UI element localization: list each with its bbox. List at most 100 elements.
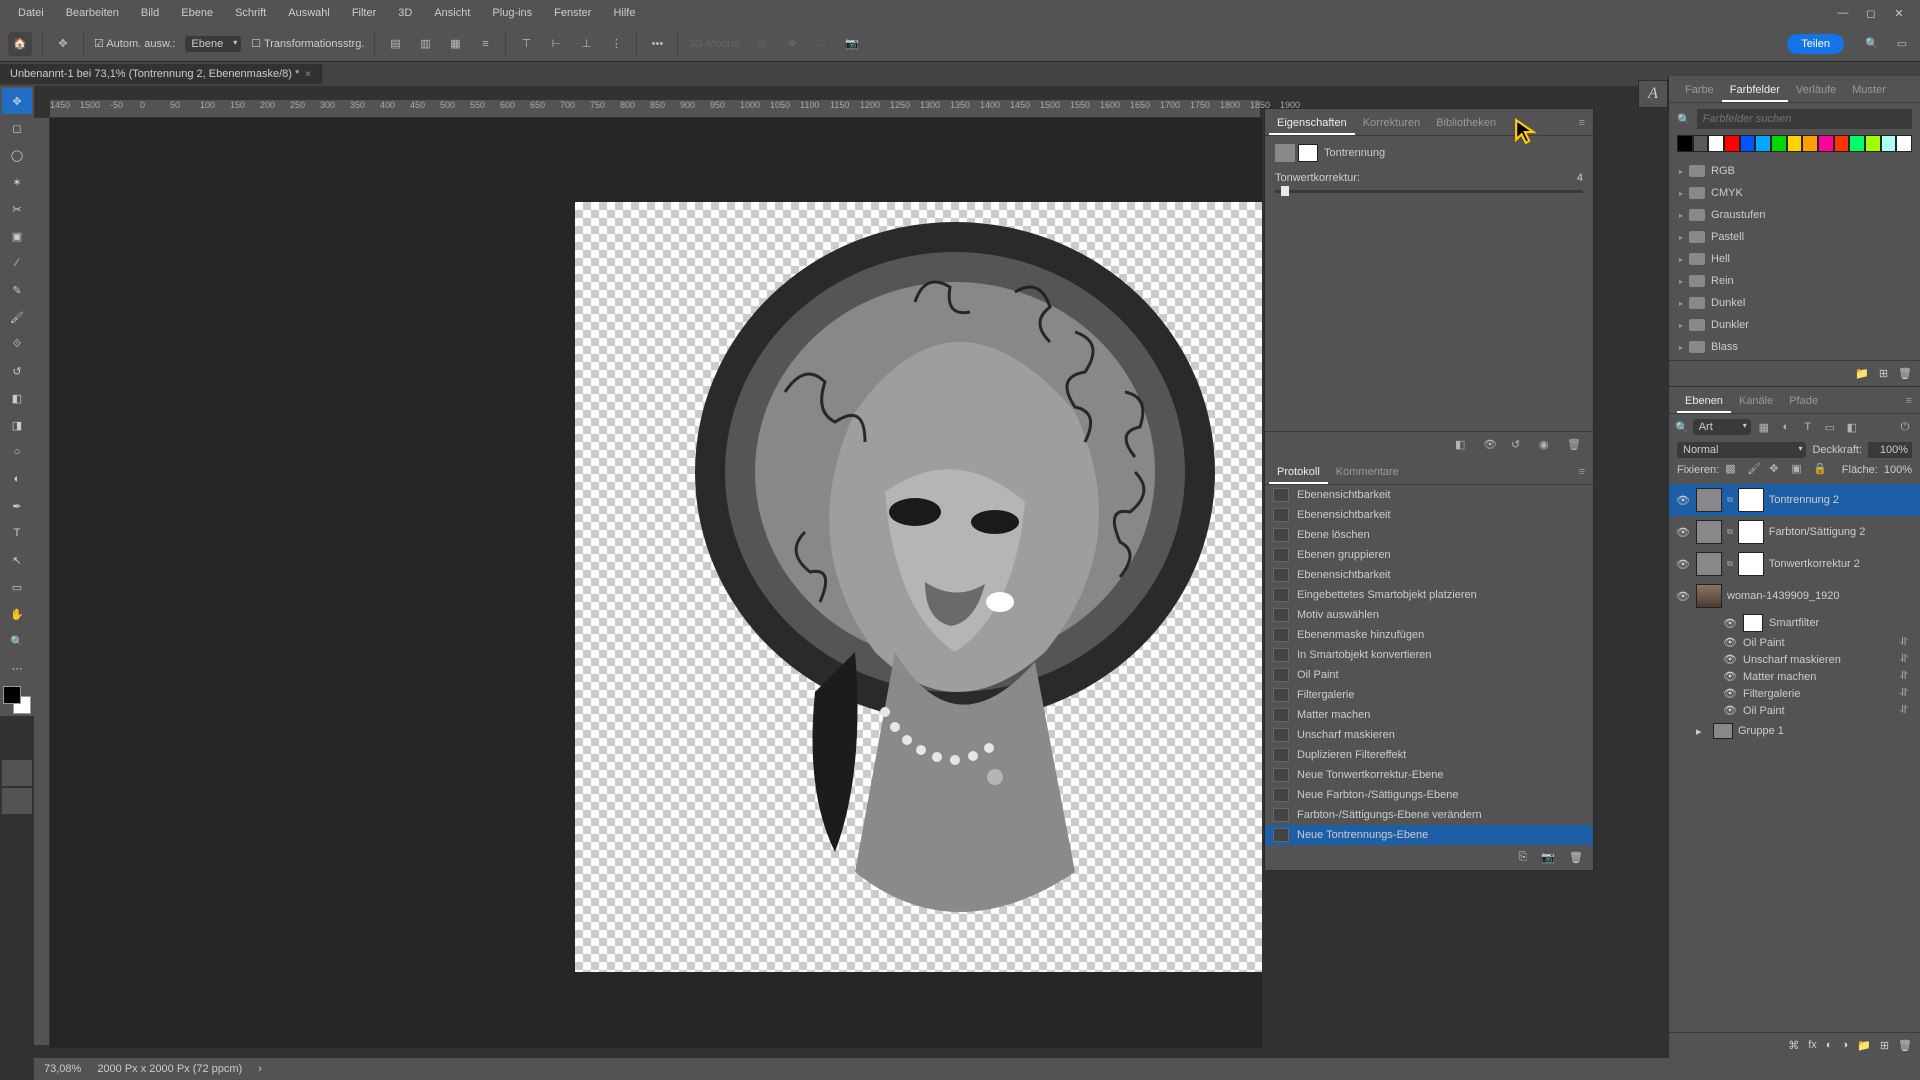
smart-filter-item[interactable]: 👁Oil Paint⥯ [1669,702,1920,719]
align-center-h-icon[interactable]: ▥ [415,34,435,54]
filter-pixel-icon[interactable]: ▦ [1755,418,1773,436]
blur-tool[interactable]: ○ [2,439,32,465]
panel-menu-icon[interactable]: ≡ [1575,113,1589,135]
layer-style-icon[interactable]: fx [1808,1039,1817,1052]
menu-schrift[interactable]: Schrift [225,3,276,23]
levels-slider[interactable] [1275,190,1583,193]
layer-row[interactable]: 👁⧉Tontrennung 2 [1669,484,1920,516]
filter-blend-options-icon[interactable]: ⥯ [1900,636,1914,649]
gradient-tool[interactable]: ◨ [2,412,32,438]
lock-all-icon[interactable]: 🔒 [1813,462,1829,478]
delete-adjustment-icon[interactable]: 🗑 [1567,438,1583,452]
document-tab[interactable]: Unbenannt-1 bei 73,1% (Tontrennung 2, Eb… [0,64,322,84]
status-chevron-icon[interactable]: › [258,1063,262,1075]
delete-state-icon[interactable]: 🗑 [1569,851,1583,864]
swatch-folder[interactable]: ▸Dunkler [1669,314,1920,336]
visibility-toggle-icon[interactable]: 👁 [1675,558,1691,571]
filter-blend-options-icon[interactable]: ⥯ [1900,670,1914,683]
filter-shape-icon[interactable]: ▭ [1821,418,1839,436]
swatch-folder[interactable]: ▸Graustufen [1669,204,1920,226]
swatch[interactable] [1755,135,1771,152]
toggle-visibility-icon[interactable]: ◉ [1539,438,1555,452]
layer-filter-kind-dropdown[interactable]: Art [1693,419,1751,435]
swatch-folder[interactable]: ▸Dunkel [1669,292,1920,314]
layer-mask-icon[interactable]: ◐ [1826,1039,1833,1052]
history-item[interactable]: Duplizieren Filtereffekt [1265,745,1593,765]
swatch[interactable] [1771,135,1787,152]
history-item[interactable]: Ebenensichtbarkeit [1265,505,1593,525]
new-layer-icon[interactable]: ⊞ [1880,1039,1889,1052]
swatch[interactable] [1865,135,1881,152]
layer-mask-thumb[interactable] [1738,520,1764,544]
menu-plugins[interactable]: Plug-ins [482,3,542,23]
history-item[interactable]: Filtergalerie [1265,685,1593,705]
chevron-right-icon[interactable]: ▸ [1696,725,1708,738]
swatch-folder[interactable]: ▸Hell [1669,248,1920,270]
zoom-tool[interactable]: 🔍 [2,628,32,654]
layer-group[interactable]: ▸ Gruppe 1 [1669,719,1920,743]
move-tool-indicator-icon[interactable]: ✥ [53,34,73,54]
pen-tool[interactable]: ✒ [2,493,32,519]
tab-pfade[interactable]: Pfade [1781,391,1826,413]
type-tool[interactable]: T [2,520,32,546]
swatch[interactable] [1740,135,1756,152]
link-layers-icon[interactable]: ⌘ [1788,1039,1799,1052]
blend-mode-dropdown[interactable]: Normal [1677,442,1806,458]
foreground-background-swatch[interactable] [3,686,31,714]
search-icon[interactable]: 🔍 [1862,34,1882,54]
visibility-toggle-icon[interactable]: 👁 [1723,653,1737,666]
history-item[interactable]: Ebene löschen [1265,525,1593,545]
align-bottom-icon[interactable]: ⊥ [576,34,596,54]
crop-tool[interactable]: ✂ [2,196,32,222]
visibility-toggle-icon[interactable]: 👁 [1723,670,1737,683]
history-brush-tool[interactable]: ↺ [2,358,32,384]
swatch[interactable] [1677,135,1693,152]
smart-filter-item[interactable]: 👁Unscharf maskieren⥯ [1669,651,1920,668]
view-previous-icon[interactable]: 👁 [1483,438,1499,452]
filter-toggle-icon[interactable]: ⏻ [1896,418,1914,436]
magic-wand-tool[interactable]: ✶ [2,169,32,195]
share-button[interactable]: Teilen [1787,34,1844,54]
opacity-value[interactable]: 100% [1868,442,1912,458]
history-item[interactable]: Motiv auswählen [1265,605,1593,625]
swatch-group-icon[interactable]: 📁 [1855,367,1869,380]
canvas[interactable] [50,118,1262,1048]
foreground-color[interactable] [3,686,21,704]
visibility-toggle-icon[interactable]: 👁 [1675,526,1691,539]
tab-ebenen[interactable]: Ebenen [1677,391,1731,413]
clone-stamp-tool[interactable]: ⟐ [2,331,32,357]
swatch-folder[interactable]: ▸Blass [1669,336,1920,358]
smart-filter-item[interactable]: 👁Matter machen⥯ [1669,668,1920,685]
tab-farbfelder[interactable]: Farbfelder [1722,80,1788,102]
swatch-search-input[interactable] [1697,109,1912,129]
layer-row[interactable]: 👁woman-1439909_1920 [1669,580,1920,612]
swatch[interactable] [1881,135,1897,152]
delete-swatch-icon[interactable]: 🗑 [1898,367,1912,380]
clip-to-layer-icon[interactable]: ◧ [1455,438,1471,452]
history-item[interactable]: Ebenensichtbarkeit [1265,565,1593,585]
smartfilter-header[interactable]: 👁Smartfilter [1669,612,1920,634]
align-top-icon[interactable]: ⊤ [516,34,536,54]
visibility-toggle-icon[interactable]: 👁 [1723,636,1737,649]
tab-farbe[interactable]: Farbe [1677,80,1722,102]
swatch[interactable] [1724,135,1740,152]
lasso-tool[interactable]: ◯ [2,142,32,168]
collapsed-panel-icon-1[interactable] [2,760,32,786]
lock-position-icon[interactable]: ✥ [1769,462,1785,478]
group-icon[interactable]: 📁 [1857,1039,1871,1052]
eraser-tool[interactable]: ◧ [2,385,32,411]
layer-name[interactable]: Tonwertkorrektur 2 [1769,558,1914,570]
frame-tool[interactable]: ▣ [2,223,32,249]
swatch-folder[interactable]: ▸RGB [1669,160,1920,182]
tab-muster[interactable]: Muster [1844,80,1894,102]
snapshot-icon[interactable]: 📷 [1541,851,1555,864]
status-zoom[interactable]: 73,08% [44,1063,81,1075]
swatch[interactable] [1787,135,1803,152]
smart-filter-item[interactable]: 👁Oil Paint⥯ [1669,634,1920,651]
layer-row[interactable]: 👁⧉Tonwertkorrektur 2 [1669,548,1920,580]
layer-name[interactable]: woman-1439909_1920 [1727,590,1914,602]
layer-name[interactable]: Gruppe 1 [1738,725,1914,737]
menu-hilfe[interactable]: Hilfe [603,3,645,23]
history-item[interactable]: Ebenenmaske hinzufügen [1265,625,1593,645]
swatch[interactable] [1708,135,1724,152]
